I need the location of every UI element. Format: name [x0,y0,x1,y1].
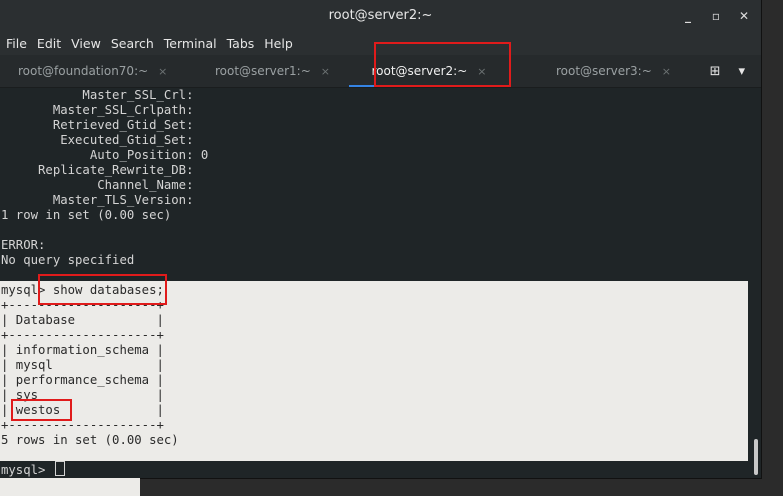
terminal-window: root@server2:~ _ ▫ ✕ File Edit View Sear… [0,0,761,478]
tab-label: root@server2:~ [371,64,468,78]
terminal-line: +--------------------+ [1,418,164,432]
window-controls: _ ▫ ✕ [681,0,751,31]
tab-label: root@server3:~ [556,64,652,78]
new-tab-icon[interactable]: ⊞ [710,64,721,79]
window-title: root@server2:~ [328,8,433,23]
tab-label: root@foundation70:~ [18,64,149,78]
terminal-line: | mysql | [1,358,164,372]
active-tab-indicator [349,85,481,87]
terminal-output-selected: mysql> show databases; +-----------------… [0,281,748,461]
tab-close-icon[interactable]: × [662,65,671,78]
terminal-line: | information_schema | [1,343,164,357]
menu-tabs[interactable]: Tabs [227,36,255,51]
terminal-line: Retrieved_Gtid_Set: [1,118,194,132]
menu-edit[interactable]: Edit [37,36,61,51]
terminal-area[interactable]: Master_SSL_Crl: Master_SSL_Crlpath: Retr… [0,88,761,478]
terminal-line: Channel_Name: [1,178,194,192]
tab-close-icon[interactable]: × [321,65,330,78]
desktop-strip [0,478,140,496]
text-cursor [54,461,65,476]
terminal-line: Executed_Gtid_Set: [1,133,194,147]
prompt-line[interactable]: mysql> [0,461,749,478]
terminal-line: +--------------------+ [1,298,164,312]
tab-bar: root@foundation70:~ × root@server1:~ × r… [0,55,761,88]
terminal-line: | performance_schema | [1,373,164,387]
title-bar: root@server2:~ _ ▫ ✕ [0,0,761,31]
terminal-line: Auto_Position: 0 [1,148,209,162]
tab-close-icon[interactable]: × [158,65,167,78]
terminal-line: No query specified [1,253,135,267]
tab-server2[interactable]: root@server2:~ × [349,55,509,87]
terminal-line: 5 rows in set (0.00 sec) [1,433,179,447]
menu-bar: File Edit View Search Terminal Tabs Help [0,31,761,55]
chevron-down-icon[interactable]: ▾ [738,64,745,79]
tab-close-icon[interactable]: × [477,65,486,78]
terminal-line: | sys | [1,388,164,402]
menu-file[interactable]: File [6,36,27,51]
terminal-line: 1 row in set (0.00 sec) [1,208,172,222]
tab-foundation70[interactable]: root@foundation70:~ × [18,55,167,87]
tab-tools: ⊞ ▾ [710,55,761,87]
terminal-line: Replicate_Rewrite_DB: [1,163,194,177]
terminal-line: | Database | [1,313,164,327]
tab-server1[interactable]: root@server1:~ × [215,55,330,87]
close-button[interactable]: ✕ [737,9,751,23]
terminal-line: Master_SSL_Crlpath: [1,103,194,117]
terminal-line: mysql> show databases; [1,283,164,297]
tab-label: root@server1:~ [215,64,311,78]
terminal-output-dark: Master_SSL_Crl: Master_SSL_Crlpath: Retr… [0,88,761,283]
minimize-button[interactable]: _ [681,9,695,23]
terminal-line: | westos | [1,403,164,417]
terminal-line: Master_SSL_Crl: [1,88,194,102]
terminal-line: Master_TLS_Version: [1,193,194,207]
prompt-text: mysql> [1,463,53,477]
menu-terminal[interactable]: Terminal [164,36,217,51]
tab-server3[interactable]: root@server3:~ × [556,55,671,87]
terminal-line: +--------------------+ [1,328,164,342]
scrollbar[interactable] [754,439,758,475]
terminal-line: ERROR: [1,238,46,252]
menu-help[interactable]: Help [264,36,293,51]
menu-view[interactable]: View [71,36,101,51]
menu-search[interactable]: Search [111,36,154,51]
maximize-button[interactable]: ▫ [709,9,723,23]
